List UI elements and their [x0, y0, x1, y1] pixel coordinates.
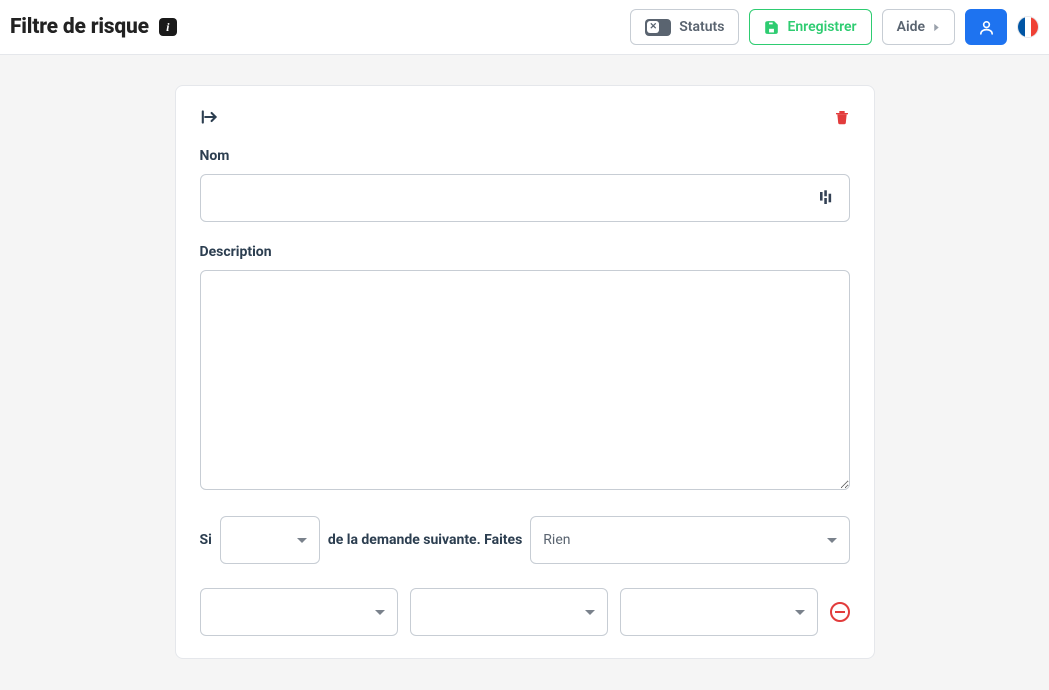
page-title: Filtre de risque	[10, 15, 149, 39]
help-button[interactable]: Aide	[882, 9, 955, 45]
subcondition-row	[200, 588, 850, 636]
main-content: Nom Description Si	[0, 55, 1049, 659]
info-icon[interactable]: i	[159, 18, 177, 36]
description-field-group: Description	[200, 244, 850, 494]
save-icon	[764, 20, 779, 35]
if-label: Si	[200, 532, 212, 548]
name-input[interactable]	[200, 174, 850, 222]
save-label: Enregistrer	[787, 19, 856, 35]
caret-right-icon	[933, 23, 940, 32]
card-toolbar	[200, 108, 850, 126]
statuts-label: Statuts	[679, 19, 724, 35]
name-label: Nom	[200, 148, 850, 164]
subcondition-select-2[interactable]	[410, 588, 608, 636]
translate-bars-icon[interactable]	[820, 190, 832, 206]
delete-icon[interactable]	[834, 108, 850, 126]
save-button[interactable]: Enregistrer	[749, 9, 871, 45]
subcondition-select-1[interactable]	[200, 588, 398, 636]
expand-horizontal-icon[interactable]	[200, 109, 220, 125]
statuts-toggle-button[interactable]: ✕ Statuts	[630, 9, 739, 45]
chevron-down-icon	[827, 538, 837, 543]
chevron-down-icon	[297, 538, 307, 543]
user-icon	[978, 19, 995, 36]
action-selected: Rien	[543, 532, 570, 548]
condition-middle-text: de la demande suivante. Faites	[328, 532, 522, 548]
minus-icon	[835, 611, 845, 613]
description-textarea[interactable]	[200, 270, 850, 490]
name-field-group: Nom	[200, 148, 850, 222]
quantifier-select[interactable]	[220, 516, 320, 564]
help-label: Aide	[897, 19, 925, 35]
subcondition-select-3[interactable]	[620, 588, 818, 636]
condition-row: Si de la demande suivante. Faites Rien	[200, 516, 850, 564]
action-select[interactable]: Rien	[530, 516, 849, 564]
chevron-down-icon	[795, 610, 805, 615]
header-left: Filtre de risque i	[10, 15, 177, 39]
toggle-off-icon: ✕	[645, 19, 671, 36]
description-label: Description	[200, 244, 850, 260]
filter-card: Nom Description Si	[175, 85, 875, 659]
header-right: ✕ Statuts Enregistrer Aide	[630, 9, 1039, 45]
remove-condition-button[interactable]	[830, 602, 850, 622]
chevron-down-icon	[585, 610, 595, 615]
chevron-down-icon	[375, 610, 385, 615]
locale-flag-fr[interactable]	[1017, 16, 1039, 38]
app-header: Filtre de risque i ✕ Statuts Enregistrer…	[0, 0, 1049, 55]
user-menu-button[interactable]	[965, 9, 1007, 45]
